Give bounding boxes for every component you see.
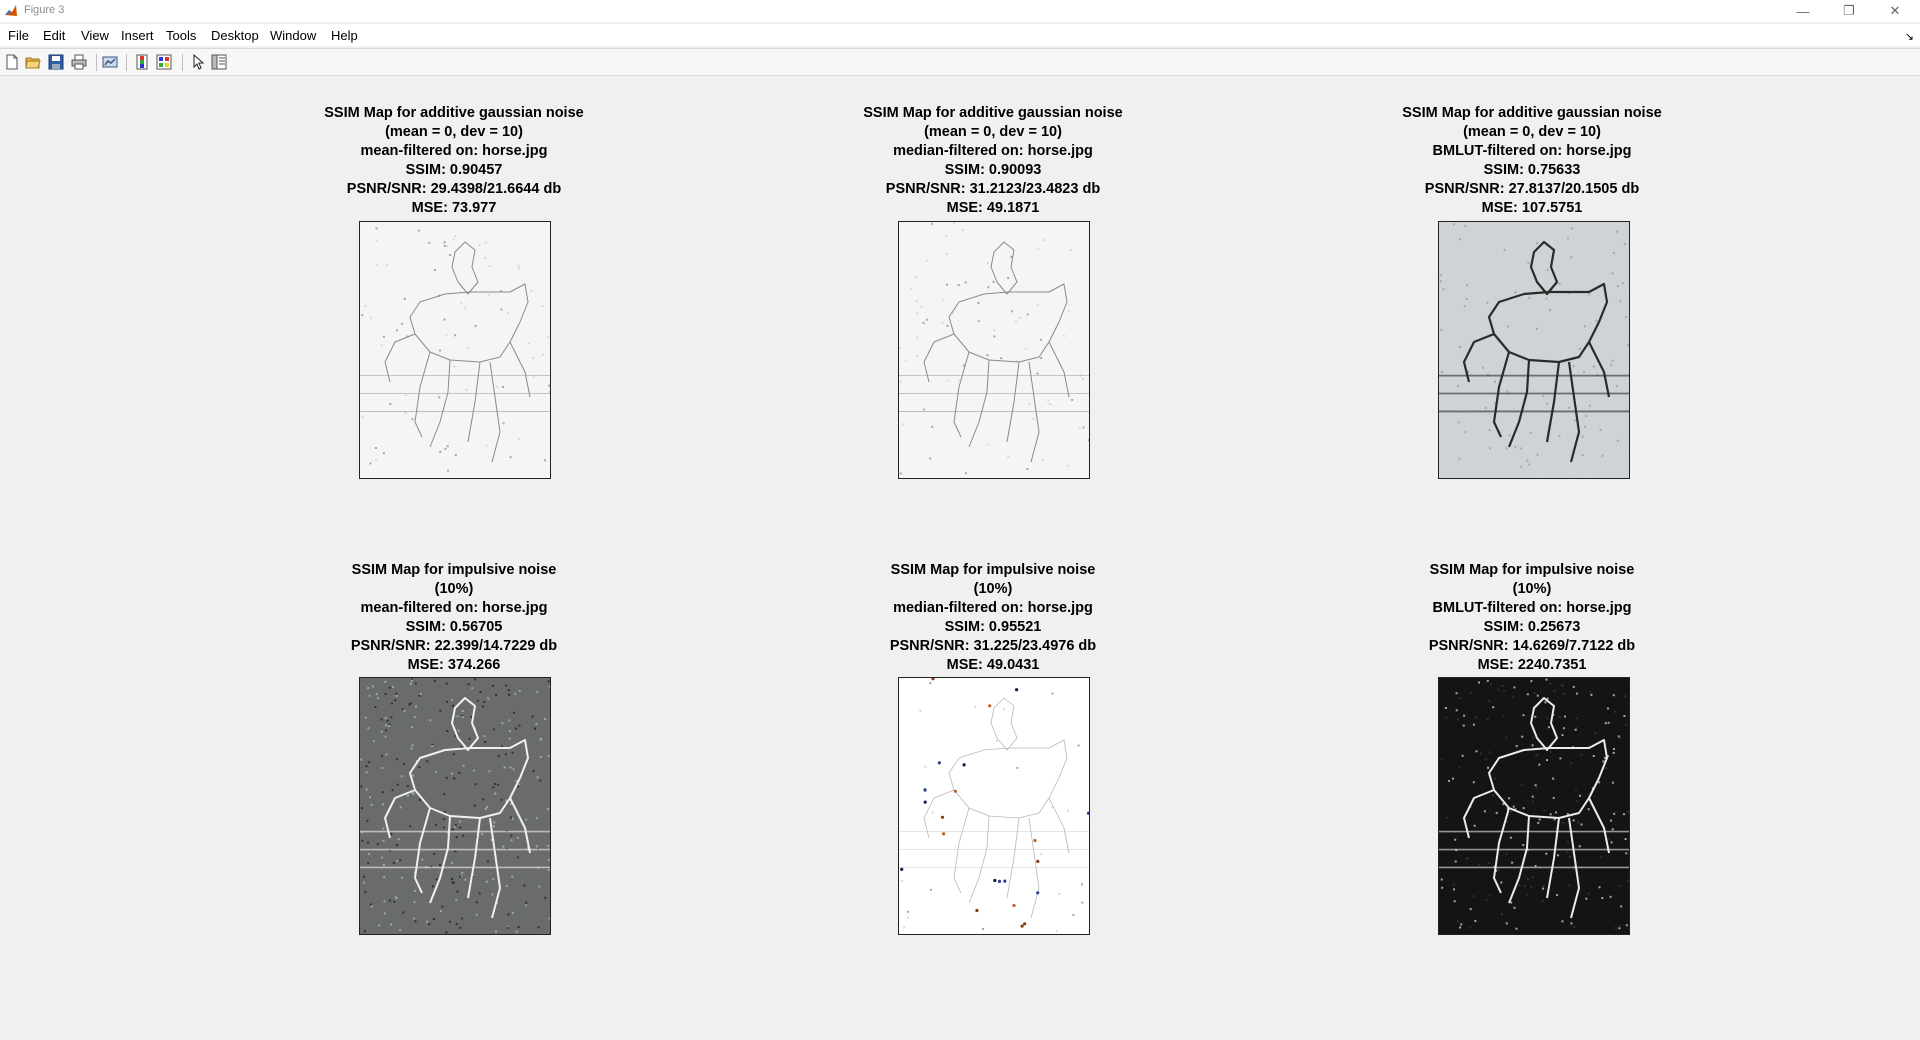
ssim-map-image[interactable]	[898, 221, 1090, 479]
dock-figure-icon[interactable]: ↘	[1905, 30, 1914, 43]
subplot-title-text: SSIM Map for impulsive noise (10%) mean-…	[264, 561, 644, 675]
window-titlebar: Figure 3 — ❐ ✕	[0, 0, 1920, 22]
toolbar-separator	[182, 54, 183, 71]
title-line: PSNR/SNR: 14.6269/7.7122 db	[1428, 638, 1636, 654]
figure-toolbar	[0, 48, 1920, 76]
subplot-title-1: SSIM Map for additive gaussian noise (me…	[264, 104, 644, 218]
subplot-title-text: SSIM Map for additive gaussian noise (me…	[803, 104, 1183, 218]
ssim-map-graphic	[360, 678, 550, 934]
matlab-logo-icon	[4, 4, 18, 18]
title-line: PSNR/SNR: 29.4398/21.6644 db	[346, 181, 562, 197]
ssim-map-graphic	[899, 222, 1089, 478]
title-line: (10%)	[973, 581, 1013, 597]
ssim-map-graphic	[1439, 678, 1629, 934]
title-line: PSNR/SNR: 27.8137/20.1505 db	[1424, 181, 1640, 197]
toolbar-separator	[96, 54, 97, 71]
window-title: Figure 3	[24, 4, 65, 16]
menu-view[interactable]: View	[81, 28, 109, 43]
subplot-title-text: SSIM Map for impulsive noise (10%) media…	[803, 561, 1183, 675]
title-line: SSIM: 0.90457	[405, 162, 503, 178]
title-line: median-filtered on: horse.jpg	[893, 143, 1093, 159]
title-line: (mean = 0, dev = 10)	[1463, 124, 1601, 140]
title-line: SSIM Map for additive gaussian noise	[863, 105, 1123, 121]
ssim-map-image[interactable]	[898, 677, 1090, 935]
menu-desktop[interactable]: Desktop	[211, 28, 259, 43]
title-line: PSNR/SNR: 31.225/23.4976 db	[889, 638, 1097, 654]
title-line: MSE: 73.977	[411, 200, 497, 216]
link-plot-icon[interactable]	[102, 54, 118, 70]
menu-help[interactable]: Help	[331, 28, 358, 43]
subplot-title-text: SSIM Map for impulsive noise (10%) BMLUT…	[1342, 561, 1722, 675]
save-icon[interactable]	[48, 54, 64, 70]
edit-plot-icon[interactable]	[190, 54, 206, 70]
title-line: PSNR/SNR: 22.399/14.7229 db	[350, 638, 558, 654]
menu-window[interactable]: Window	[270, 28, 316, 43]
title-line: SSIM: 0.25673	[1483, 619, 1581, 635]
title-line: SSIM: 0.95521	[944, 619, 1042, 635]
subplot-title-text: SSIM Map for additive gaussian noise (me…	[1342, 104, 1722, 218]
ssim-map-image[interactable]	[1438, 221, 1630, 479]
title-line: SSIM Map for impulsive noise	[1429, 562, 1635, 578]
toolbar-separator	[126, 54, 127, 71]
ssim-map-image[interactable]	[359, 221, 551, 479]
title-line: mean-filtered on: horse.jpg	[360, 600, 548, 616]
restore-button[interactable]: ❐	[1826, 0, 1872, 22]
figure-canvas: SSIM Map for additive gaussian noise (me…	[0, 76, 1920, 1040]
menu-bar: File Edit View Insert Tools Desktop Wind…	[0, 24, 1920, 46]
title-line: SSIM: 0.56705	[405, 619, 503, 635]
ssim-map-graphic	[360, 222, 550, 478]
title-line: PSNR/SNR: 31.2123/23.4823 db	[885, 181, 1101, 197]
title-line: (10%)	[1512, 581, 1552, 597]
menu-file[interactable]: File	[8, 28, 29, 43]
subplot-title-6: SSIM Map for impulsive noise (10%) BMLUT…	[1342, 561, 1722, 675]
title-line: (mean = 0, dev = 10)	[385, 124, 523, 140]
menu-edit[interactable]: Edit	[43, 28, 65, 43]
menu-tools[interactable]: Tools	[166, 28, 196, 43]
subplot-title-5: SSIM Map for impulsive noise (10%) media…	[803, 561, 1183, 675]
subplot-title-4: SSIM Map for impulsive noise (10%) mean-…	[264, 561, 644, 675]
print-icon[interactable]	[71, 54, 87, 70]
subplot-title-3: SSIM Map for additive gaussian noise (me…	[1342, 104, 1722, 218]
title-line: mean-filtered on: horse.jpg	[360, 143, 548, 159]
title-line: median-filtered on: horse.jpg	[893, 600, 1093, 616]
title-line: SSIM Map for impulsive noise	[351, 562, 557, 578]
title-line: BMLUT-filtered on: horse.jpg	[1432, 600, 1632, 616]
ssim-map-image[interactable]	[359, 677, 551, 935]
ssim-map-image[interactable]	[1438, 677, 1630, 935]
new-figure-icon[interactable]	[4, 54, 20, 70]
title-line: MSE: 374.266	[407, 657, 501, 673]
title-line: (10%)	[434, 581, 474, 597]
title-line: MSE: 49.0431	[946, 657, 1040, 673]
minimize-button[interactable]: —	[1780, 0, 1826, 22]
subplot-title-text: SSIM Map for additive gaussian noise (me…	[264, 104, 644, 218]
title-line: MSE: 49.1871	[946, 200, 1040, 216]
title-line: SSIM: 0.75633	[1483, 162, 1581, 178]
title-line: MSE: 107.5751	[1481, 200, 1583, 216]
subplot-title-2: SSIM Map for additive gaussian noise (me…	[803, 104, 1183, 218]
close-button[interactable]: ✕	[1872, 0, 1918, 22]
title-line: MSE: 2240.7351	[1477, 657, 1587, 673]
title-line: SSIM Map for additive gaussian noise	[1402, 105, 1662, 121]
open-file-icon[interactable]	[25, 54, 41, 70]
colorbar-icon[interactable]	[134, 54, 150, 70]
ssim-map-graphic	[1439, 222, 1629, 478]
property-inspector-icon[interactable]	[211, 54, 227, 70]
title-line: (mean = 0, dev = 10)	[924, 124, 1062, 140]
legend-icon[interactable]	[156, 54, 172, 70]
menu-insert[interactable]: Insert	[121, 28, 154, 43]
title-line: SSIM Map for additive gaussian noise	[324, 105, 584, 121]
ssim-map-graphic	[899, 678, 1089, 934]
title-line: BMLUT-filtered on: horse.jpg	[1432, 143, 1632, 159]
title-line: SSIM: 0.90093	[944, 162, 1042, 178]
title-line: SSIM Map for impulsive noise	[890, 562, 1096, 578]
